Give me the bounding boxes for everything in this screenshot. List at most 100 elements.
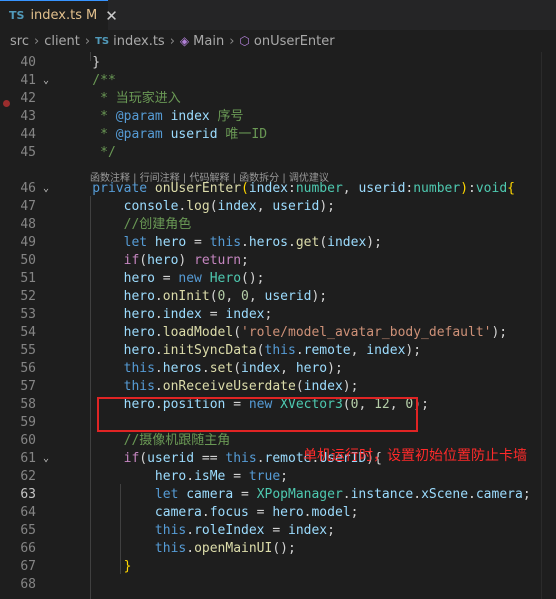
code-token: hero xyxy=(61,469,187,484)
code-token: this xyxy=(264,343,296,358)
breadcrumb-method[interactable]: onUserEnter xyxy=(254,34,335,49)
chevron-right-icon: › xyxy=(229,33,235,49)
code-token: . xyxy=(295,343,304,358)
code-line: 67 } xyxy=(0,558,556,576)
fold-chevron-icon[interactable]: ⌄ xyxy=(43,72,49,90)
code-line: 66 this.openMainUI(); xyxy=(0,540,556,558)
code-line: 50 if(hero) return; xyxy=(0,252,556,270)
breadcrumb-file[interactable]: index.ts xyxy=(113,34,165,49)
code-token: ( xyxy=(139,451,148,466)
code-text: console.log(index, userid); xyxy=(61,198,335,216)
line-number: 68 xyxy=(20,577,36,592)
code-text: * @param userid 唯一ID xyxy=(61,126,267,144)
code-token: hero xyxy=(61,289,155,304)
code-token: ( xyxy=(233,361,242,376)
code-token: new xyxy=(178,271,210,286)
typescript-file-icon: TS xyxy=(95,35,110,47)
code-token: , xyxy=(248,289,265,304)
code-line: 53 hero.index = index; xyxy=(0,306,556,324)
line-number: 62 xyxy=(20,469,36,484)
chevron-right-icon: › xyxy=(84,33,91,49)
code-token: isMe xyxy=(194,469,226,484)
code-line: 64 camera.focus = hero.model; xyxy=(0,504,556,522)
code-token: . xyxy=(154,379,163,394)
code-token: void xyxy=(475,181,508,196)
code-token: hero xyxy=(61,271,155,286)
code-token: 序号 xyxy=(209,109,244,124)
tab-index-ts[interactable]: TS index.ts M ✕ xyxy=(0,0,118,30)
code-text: } xyxy=(61,558,132,576)
tab-bar: TS index.ts M ✕ xyxy=(0,0,556,30)
fold-chevron-icon[interactable]: ⌄ xyxy=(43,180,49,198)
code-token: 0 xyxy=(241,289,249,304)
code-token: * 当玩家进入 xyxy=(61,91,181,106)
code-token: } xyxy=(61,559,132,574)
code-editor[interactable]: 40 } 41 ⌄ /** 42 * 当玩家进入 43 * @param index 序… xyxy=(0,52,556,599)
code-token: = xyxy=(225,469,249,484)
code-token: index xyxy=(241,361,281,376)
code-token: hero xyxy=(61,325,155,340)
class-icon: ◈ xyxy=(179,34,190,48)
code-token: index xyxy=(327,235,367,250)
code-token: camera xyxy=(61,505,202,520)
code-token: loadModel xyxy=(162,325,234,340)
code-token: log xyxy=(186,199,210,214)
method-icon: ⬡ xyxy=(239,34,250,48)
code-line: 51 hero = new Hero(); xyxy=(0,270,556,288)
code-token: hero xyxy=(154,235,187,250)
code-token: ; xyxy=(522,487,531,502)
line-number: 63 xyxy=(20,487,36,502)
line-number: 56 xyxy=(20,361,36,376)
code-token: userid xyxy=(170,127,218,142)
line-number: 58 xyxy=(20,397,36,412)
editor-scrollbar[interactable] xyxy=(541,52,556,599)
line-number: 55 xyxy=(20,343,36,358)
code-line: 55 hero.initSyncData(this.remote, index)… xyxy=(0,342,556,360)
code-token: set xyxy=(209,361,234,376)
line-number: 45 xyxy=(20,145,36,160)
breakpoint-icon[interactable] xyxy=(3,100,10,107)
code-token: let xyxy=(61,487,187,502)
code-text: let hero = this.heros.get(index); xyxy=(61,234,382,252)
code-line: 47 console.log(index, userid); xyxy=(0,198,556,216)
code-token: get xyxy=(295,235,320,250)
codelens-actions[interactable]: 函数注释 | 行间注释 | 代码解释 | 函数拆分 | 调优建议 xyxy=(90,169,329,184)
code-token: userid xyxy=(272,199,320,214)
code-token: . xyxy=(186,523,195,538)
line-number: 60 xyxy=(20,433,36,448)
code-line: 52 hero.onInit(0, 0, userid); xyxy=(0,288,556,306)
code-token: ( xyxy=(209,199,218,214)
code-token: index xyxy=(303,379,343,394)
code-token: . xyxy=(342,487,351,502)
code-line: 57 this.onReceiveUserdate(index); xyxy=(0,378,556,396)
code-token: if xyxy=(61,253,140,268)
code-text: //摄像机跟随主角 xyxy=(61,432,231,450)
code-token: ); xyxy=(405,343,422,358)
code-line: 56 this.heros.set(index, hero); xyxy=(0,360,556,378)
fold-chevron-icon[interactable]: ⌄ xyxy=(43,450,49,468)
close-icon[interactable]: ✕ xyxy=(105,7,118,25)
code-token: , xyxy=(225,289,242,304)
code-text: this.heros.set(index, hero); xyxy=(61,360,343,378)
code-token: index xyxy=(225,307,265,322)
line-number: 43 xyxy=(20,109,36,124)
breadcrumb-src[interactable]: src xyxy=(10,34,29,49)
line-number: 50 xyxy=(20,253,36,268)
code-token: this xyxy=(209,235,242,250)
code-token: ( xyxy=(139,253,148,268)
code-token: let xyxy=(61,235,155,250)
chevron-right-icon: › xyxy=(33,33,40,49)
breadcrumb-class[interactable]: Main xyxy=(193,34,224,49)
code-token: * xyxy=(61,127,116,142)
code-token: ( xyxy=(295,379,304,394)
code-token: . xyxy=(201,361,210,376)
code-token: = xyxy=(186,235,210,250)
code-token: 唯一ID xyxy=(217,127,268,142)
code-line: 54 hero.loadModel('role/model_avatar_bod… xyxy=(0,324,556,342)
line-number: 53 xyxy=(20,307,36,322)
breadcrumb-client[interactable]: client xyxy=(44,34,80,49)
code-text: camera.focus = hero.model; xyxy=(61,504,359,522)
code-token: true xyxy=(248,469,281,484)
code-token: . xyxy=(154,325,163,340)
code-text: if(hero) return; xyxy=(61,252,249,270)
